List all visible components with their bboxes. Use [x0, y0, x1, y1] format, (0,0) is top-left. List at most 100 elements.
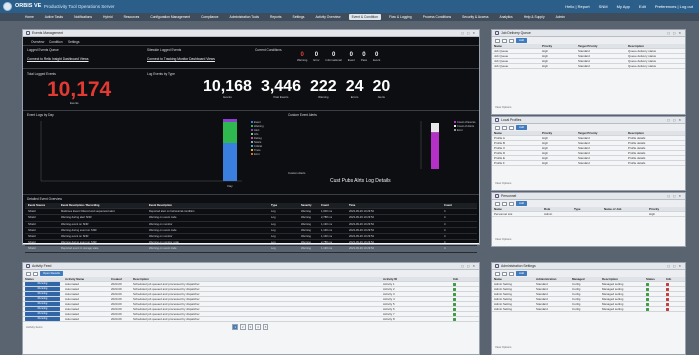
panel-controls[interactable]: ▢ ▢ ✕ [461, 264, 476, 268]
top-link[interactable]: Preferences | Log out [655, 4, 693, 9]
table-row[interactable]: Profile F High Standard Profile details [492, 161, 685, 166]
add-button[interactable]: Add [516, 38, 527, 43]
nav-item[interactable]: Hybrid [100, 14, 116, 20]
nav-item[interactable]: Notifications [71, 14, 95, 20]
column-header[interactable]: Description [626, 44, 685, 48]
table-row[interactable]: Shield Reported event in storage state War… [25, 246, 477, 253]
column-header[interactable]: Name of Job [602, 207, 647, 211]
status-ok-icon[interactable] [646, 292, 649, 296]
column-header[interactable]: Name [492, 44, 540, 48]
nav-item[interactable]: Compliance [198, 14, 221, 20]
relic-dashboard-link[interactable]: Connect to Relic Insight Dashboard Views [27, 57, 89, 61]
table-row[interactable]: Personnel List Admin High [492, 212, 685, 217]
column-header[interactable]: Count [321, 204, 349, 207]
add-button[interactable]: Add [516, 125, 527, 130]
add-button[interactable]: Add [516, 271, 527, 276]
nav-item[interactable]: Activity Overview [312, 14, 343, 20]
dash-tab-settings[interactable]: Settings [68, 40, 80, 44]
column-header[interactable]: Name [492, 131, 540, 135]
panel-controls[interactable]: ▢ ▢ ✕ [461, 31, 476, 35]
column-header[interactable]: Managed [570, 277, 600, 281]
dash-tab-condition[interactable]: Condition [49, 40, 62, 44]
status-ok-icon[interactable] [453, 317, 456, 321]
column-header[interactable]: Info [451, 277, 477, 281]
refresh-icon[interactable] [26, 271, 31, 276]
nav-item[interactable]: Resources [121, 14, 143, 20]
filter-icon[interactable] [502, 125, 507, 130]
column-header[interactable]: Activity Name [63, 277, 109, 281]
panel-controls[interactable]: ▢ ▢ ✕ [667, 264, 682, 268]
panel-footer[interactable]: View Options [492, 103, 514, 111]
column-header[interactable]: Description [131, 277, 381, 281]
column-header[interactable]: Priority [647, 207, 685, 211]
column-header[interactable]: Event Description [149, 204, 271, 207]
status-ok-icon[interactable] [453, 307, 456, 311]
top-link[interactable]: SNM [599, 4, 608, 9]
status-error-icon[interactable] [666, 302, 669, 306]
status-error-icon[interactable] [666, 307, 669, 311]
table-row[interactable]: Admin Setting Standard Config Managed setti… [492, 307, 685, 312]
column-header[interactable]: Priority [540, 131, 576, 135]
filter-icon[interactable] [502, 201, 507, 206]
refresh-icon[interactable] [495, 125, 500, 130]
edit-icon[interactable] [509, 201, 514, 206]
column-header[interactable]: Activity ID [381, 277, 451, 281]
column-header[interactable]: Time [349, 204, 444, 207]
column-header[interactable]: Status [23, 277, 63, 281]
status-ok-icon[interactable] [453, 282, 456, 286]
open-results-button[interactable]: Open Results [40, 271, 63, 276]
column-header[interactable]: Name [492, 207, 542, 211]
column-header[interactable]: Event Source [28, 204, 61, 207]
column-header[interactable]: Count [444, 204, 474, 207]
panel-footer[interactable]: View Options [492, 179, 514, 187]
column-header[interactable]: Target Priority [576, 44, 626, 48]
status-ok-icon[interactable] [453, 302, 456, 306]
column-header[interactable]: Status [644, 277, 664, 281]
nav-item[interactable]: Help & Supply [521, 14, 548, 20]
column-header[interactable]: Created [109, 277, 131, 281]
refresh-icon[interactable] [495, 271, 500, 276]
table-row[interactable]: Job Queue High Standard Queue delivery stat… [492, 64, 685, 69]
status-ok-icon[interactable] [646, 307, 649, 311]
nav-item[interactable]: Configuration Management [147, 14, 193, 20]
dash-tab-overview[interactable]: Overview [31, 40, 44, 44]
nav-item[interactable]: Admin [553, 14, 568, 20]
nav-item[interactable]: Flow & Logging [386, 14, 415, 20]
panel-controls[interactable]: ▢ ▢ ✕ [667, 118, 682, 122]
add-button[interactable]: Add [516, 201, 527, 206]
top-link[interactable]: Edit [639, 4, 646, 9]
column-header[interactable]: Name [492, 277, 534, 281]
status-ok-icon[interactable] [453, 287, 456, 291]
filter-icon[interactable] [33, 271, 38, 276]
status-ok-icon[interactable] [453, 312, 456, 316]
status-ok-icon[interactable] [646, 282, 649, 286]
page-button[interactable]: 3 [247, 324, 254, 330]
nav-item[interactable]: Security & Access [459, 14, 491, 20]
edit-icon[interactable] [509, 271, 514, 276]
top-link[interactable]: My App [617, 4, 630, 9]
nav-item[interactable]: Event & Condition [348, 14, 381, 20]
status-ok-icon[interactable] [646, 287, 649, 291]
edit-icon[interactable] [509, 38, 514, 43]
filter-icon[interactable] [502, 38, 507, 43]
nav-item[interactable]: Administration Tools [227, 14, 262, 20]
page-button[interactable]: 1 [232, 324, 239, 330]
column-header[interactable]: Target Priority [576, 131, 626, 135]
top-link[interactable]: Hello | Report [565, 4, 589, 9]
status-ok-icon[interactable] [646, 302, 649, 306]
status-error-icon[interactable] [666, 287, 669, 291]
column-header[interactable]: Info [664, 277, 684, 281]
column-header[interactable]: Event Description / Recording [61, 204, 149, 207]
nav-item[interactable]: Settings [290, 14, 308, 20]
status-error-icon[interactable] [666, 292, 669, 296]
tracking-dashboard-link[interactable]: Connect to Tracking Monitor Dashboard Vi… [147, 57, 215, 61]
page-button[interactable]: 5 [262, 324, 269, 330]
column-header[interactable]: Type [572, 207, 602, 211]
status-error-icon[interactable] [666, 282, 669, 286]
column-header[interactable]: Priority [540, 44, 576, 48]
nav-item[interactable]: Home [22, 14, 37, 20]
nav-item[interactable]: Process Conditions [420, 14, 454, 20]
edit-icon[interactable] [509, 125, 514, 130]
filter-icon[interactable] [502, 271, 507, 276]
panel-controls[interactable]: ▢ ▢ ✕ [667, 194, 682, 198]
